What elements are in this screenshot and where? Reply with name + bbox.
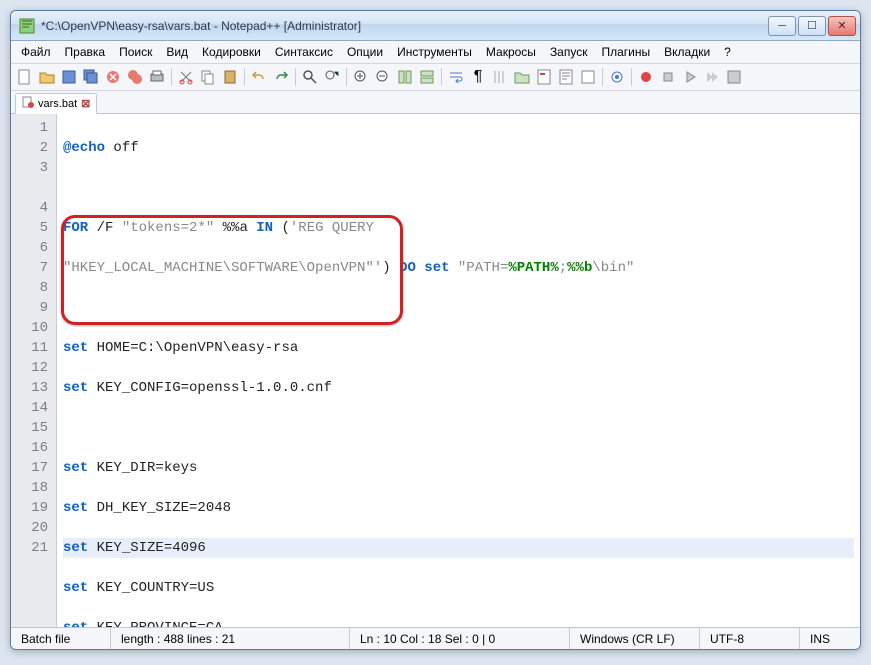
toolbar: ¶ xyxy=(11,64,860,91)
window-title: *C:\OpenVPN\easy-rsa\vars.bat - Notepad+… xyxy=(41,19,768,33)
menu-help[interactable]: ? xyxy=(718,43,737,61)
close-button[interactable]: ✕ xyxy=(828,16,856,36)
zoom-in-icon[interactable] xyxy=(351,67,371,87)
status-filetype: Batch file xyxy=(11,628,111,649)
close-all-icon[interactable] xyxy=(125,67,145,87)
indent-guide-icon[interactable] xyxy=(490,67,510,87)
redo-icon[interactable] xyxy=(271,67,291,87)
line-gutter: 1 2 3 4 5 6 7 8 9 10 11 12 13 14 15 16 1… xyxy=(11,114,57,627)
macro-stop-icon[interactable] xyxy=(658,67,678,87)
new-file-icon[interactable] xyxy=(15,67,35,87)
doc-switcher-icon[interactable] xyxy=(578,67,598,87)
menu-syntax[interactable]: Синтаксис xyxy=(269,43,339,61)
status-length: length : 488 lines : 21 xyxy=(111,628,350,649)
function-list-icon[interactable] xyxy=(556,67,576,87)
file-icon xyxy=(22,96,34,111)
app-icon xyxy=(19,18,35,34)
menu-file[interactable]: Файл xyxy=(15,43,57,61)
separator xyxy=(441,68,442,86)
separator xyxy=(602,68,603,86)
editor-area[interactable]: 1 2 3 4 5 6 7 8 9 10 11 12 13 14 15 16 1… xyxy=(11,114,860,627)
macro-play-icon[interactable] xyxy=(680,67,700,87)
sync-h-icon[interactable] xyxy=(417,67,437,87)
tab-close-icon[interactable]: ⊠ xyxy=(81,97,90,110)
menu-tools[interactable]: Инструменты xyxy=(391,43,478,61)
tabbar: vars.bat ⊠ xyxy=(11,91,860,114)
print-icon[interactable] xyxy=(147,67,167,87)
tab-label: vars.bat xyxy=(38,98,77,110)
status-insert-mode: INS xyxy=(800,628,860,649)
minimize-button[interactable]: ─ xyxy=(768,16,796,36)
menubar: Файл Правка Поиск Вид Кодировки Синтакси… xyxy=(11,41,860,64)
status-position: Ln : 10 Col : 18 Sel : 0 | 0 xyxy=(350,628,570,649)
zoom-out-icon[interactable] xyxy=(373,67,393,87)
status-encoding: UTF-8 xyxy=(700,628,800,649)
menu-run[interactable]: Запуск xyxy=(544,43,594,61)
open-file-icon[interactable] xyxy=(37,67,57,87)
cut-icon[interactable] xyxy=(176,67,196,87)
statusbar: Batch file length : 488 lines : 21 Ln : … xyxy=(11,627,860,649)
menu-search[interactable]: Поиск xyxy=(113,43,158,61)
menu-plugins[interactable]: Плагины xyxy=(595,43,656,61)
paste-icon[interactable] xyxy=(220,67,240,87)
file-tab[interactable]: vars.bat ⊠ xyxy=(15,93,97,114)
separator xyxy=(631,68,632,86)
undo-icon[interactable] xyxy=(249,67,269,87)
separator xyxy=(244,68,245,86)
menu-tabs[interactable]: Вкладки xyxy=(658,43,716,61)
sync-v-icon[interactable] xyxy=(395,67,415,87)
maximize-button[interactable]: ☐ xyxy=(798,16,826,36)
macro-play-multi-icon[interactable] xyxy=(702,67,722,87)
app-window: *C:\OpenVPN\easy-rsa\vars.bat - Notepad+… xyxy=(10,10,861,650)
save-all-icon[interactable] xyxy=(81,67,101,87)
show-all-chars-icon[interactable]: ¶ xyxy=(468,67,488,87)
macro-save-icon[interactable] xyxy=(724,67,744,87)
separator xyxy=(295,68,296,86)
save-icon[interactable] xyxy=(59,67,79,87)
macro-record-icon[interactable] xyxy=(636,67,656,87)
separator xyxy=(346,68,347,86)
find-icon[interactable] xyxy=(300,67,320,87)
code-content[interactable]: @echo off FOR /F "tokens=2*" %%a IN ('RE… xyxy=(57,114,860,627)
titlebar: *C:\OpenVPN\easy-rsa\vars.bat - Notepad+… xyxy=(11,11,860,41)
replace-icon[interactable] xyxy=(322,67,342,87)
menu-view[interactable]: Вид xyxy=(160,43,194,61)
copy-icon[interactable] xyxy=(198,67,218,87)
separator xyxy=(171,68,172,86)
menu-encoding[interactable]: Кодировки xyxy=(196,43,267,61)
close-file-icon[interactable] xyxy=(103,67,123,87)
wordwrap-icon[interactable] xyxy=(446,67,466,87)
doc-map-icon[interactable] xyxy=(534,67,554,87)
monitor-icon[interactable] xyxy=(607,67,627,87)
menu-macros[interactable]: Макросы xyxy=(480,43,542,61)
folder-as-workspace-icon[interactable] xyxy=(512,67,532,87)
menu-options[interactable]: Опции xyxy=(341,43,389,61)
menu-edit[interactable]: Правка xyxy=(59,43,112,61)
status-eol: Windows (CR LF) xyxy=(570,628,700,649)
